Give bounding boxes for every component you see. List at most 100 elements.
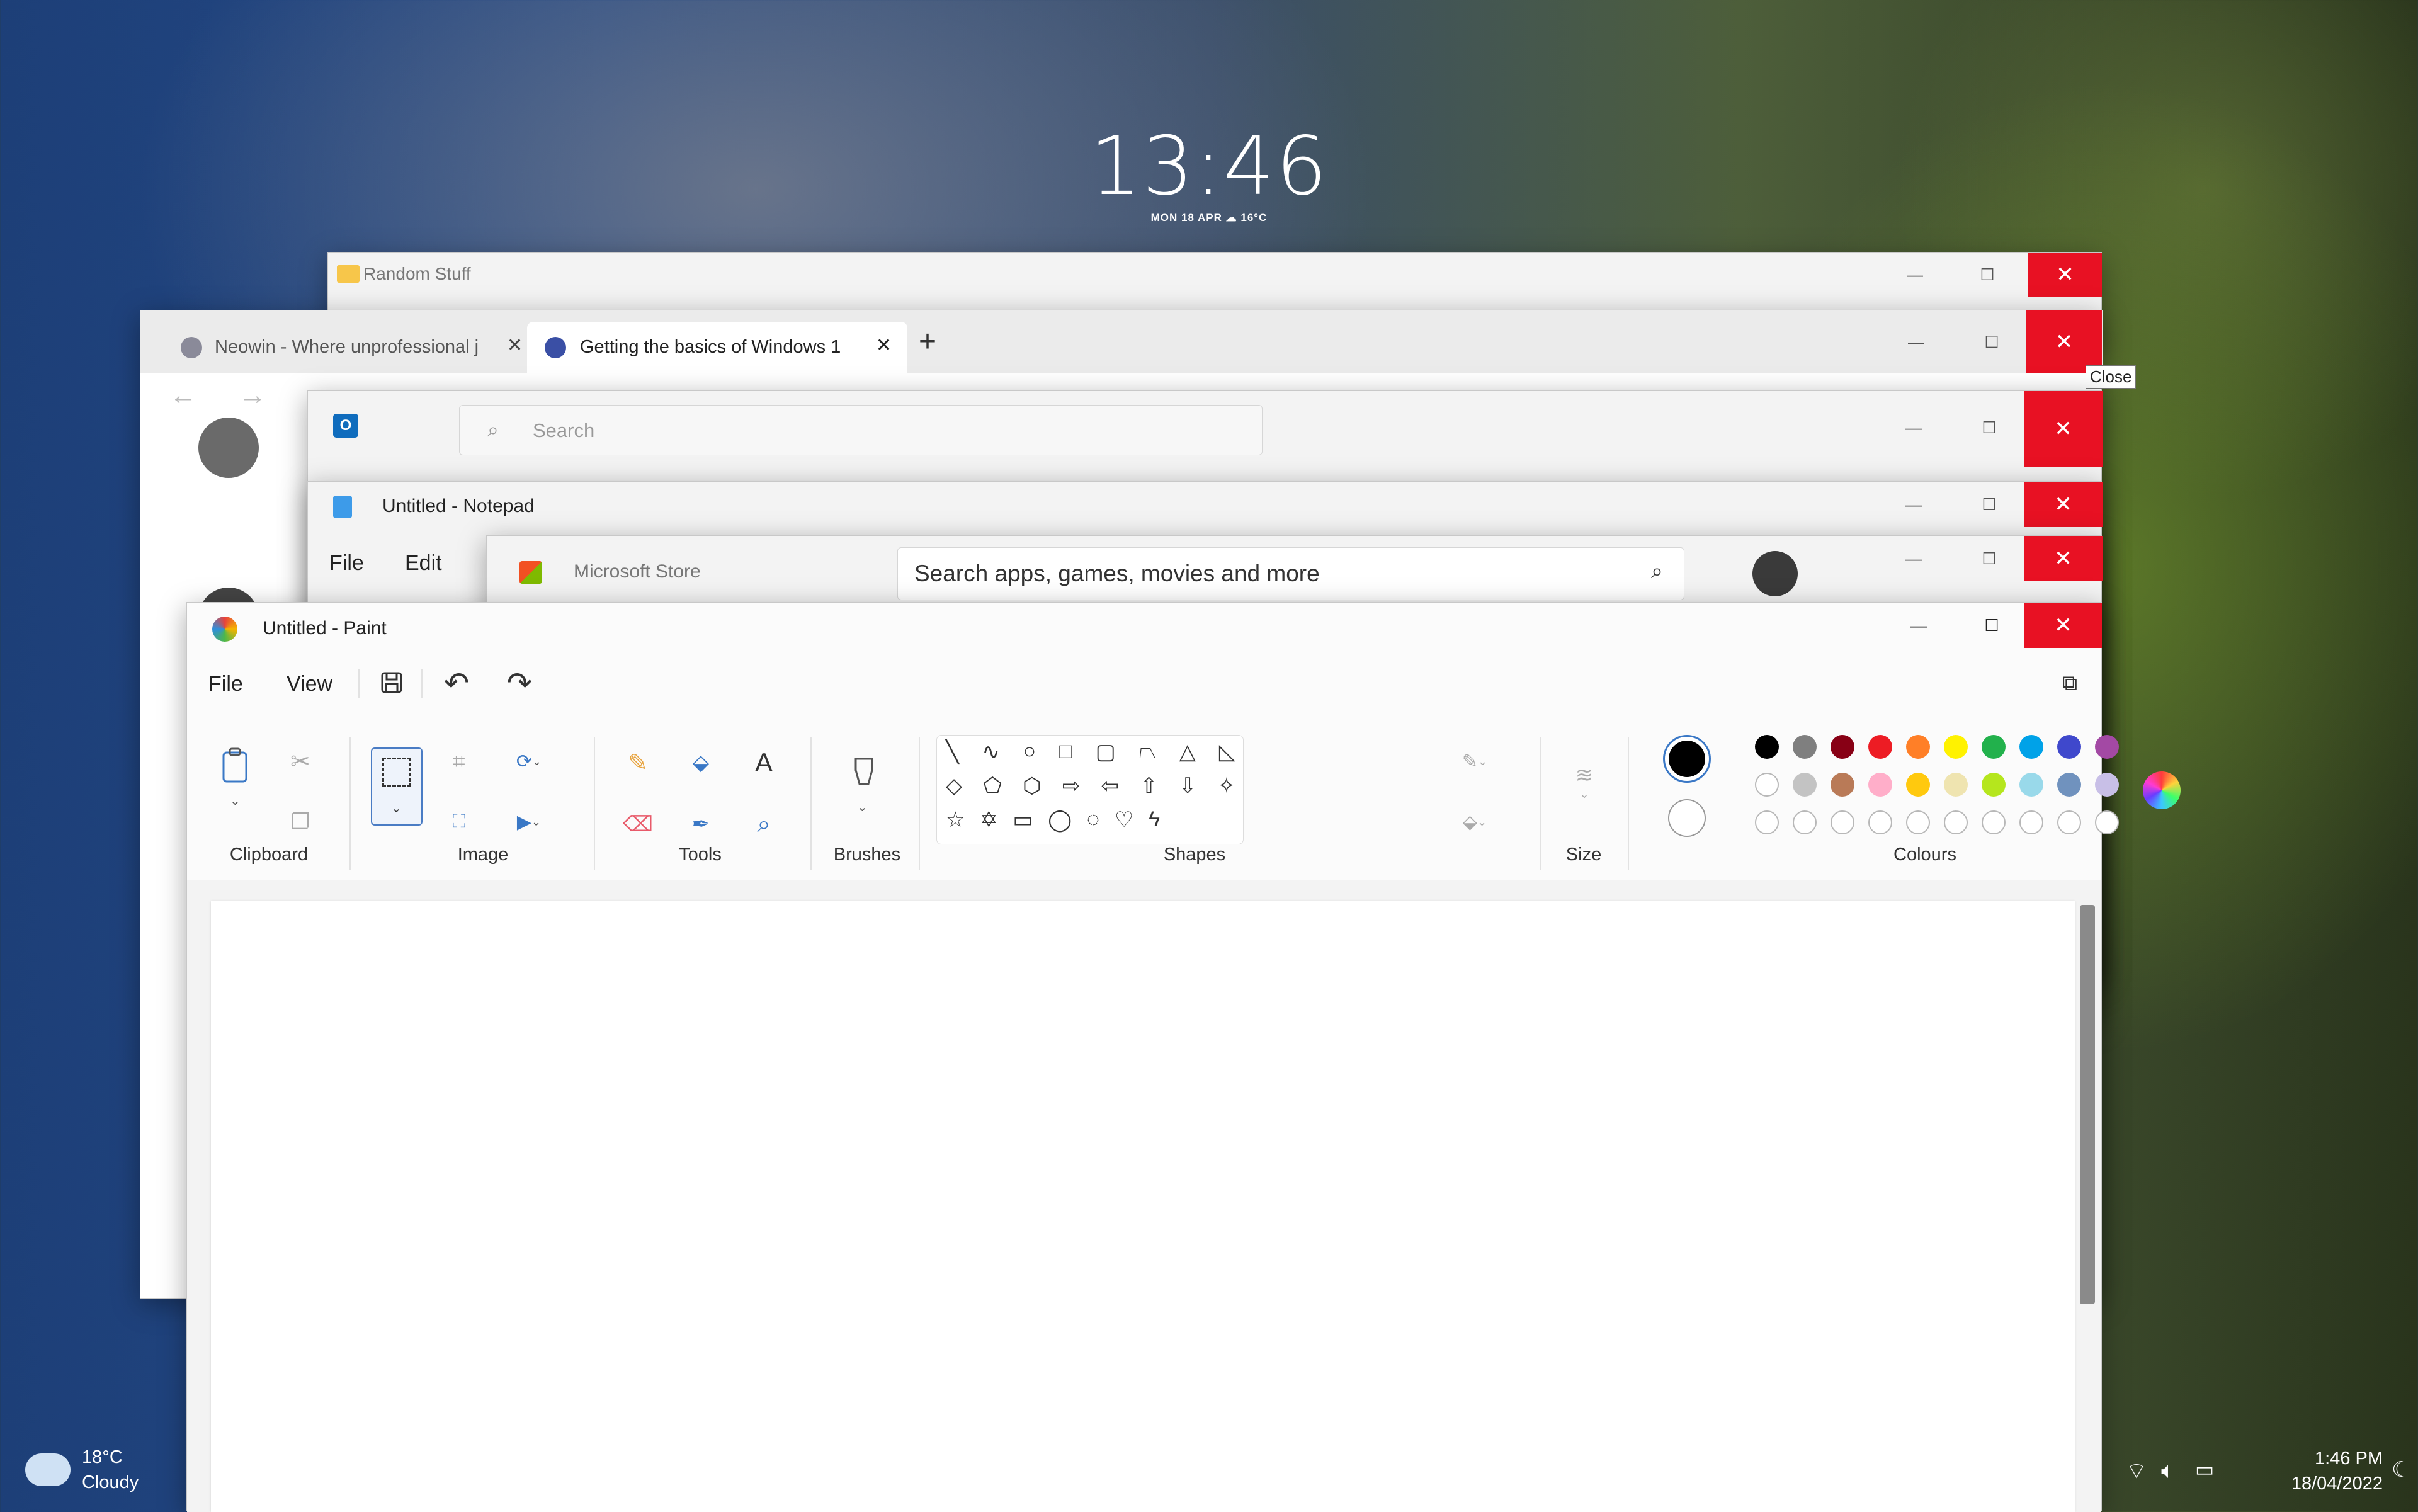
close-button[interactable]: ✕ (2024, 536, 2103, 581)
right-arrow-shape-icon[interactable]: ⇨ (1062, 773, 1081, 799)
curve-shape-icon[interactable]: ∿ (982, 739, 1000, 765)
rotate-icon[interactable]: ⟳ ⌄ (507, 746, 551, 776)
vertical-scrollbar[interactable] (2080, 905, 2095, 1304)
resize-icon[interactable]: ⛶ (444, 807, 474, 837)
menu-file[interactable]: File (208, 672, 243, 696)
palette-swatch[interactable] (1793, 735, 1817, 759)
copy-icon[interactable]: ❐ (285, 807, 315, 837)
battery-icon[interactable]: ▭ (2195, 1457, 2214, 1481)
close-button[interactable]: ✕ (2024, 482, 2103, 527)
pencil-icon[interactable]: ✎ (622, 746, 654, 779)
close-button[interactable]: ✕ (2028, 253, 2102, 297)
taskbar-date[interactable]: 18/04/2022 (2243, 1474, 2383, 1494)
minimize-button[interactable]: — (1888, 536, 1939, 581)
custom-colour-slot[interactable] (1982, 810, 2006, 834)
polygon-shape-icon[interactable]: ⏢ (1139, 739, 1156, 765)
drawing-canvas[interactable] (211, 901, 2075, 1512)
minimize-button[interactable]: — (1888, 482, 1939, 527)
down-arrow-shape-icon[interactable]: ⇩ (1179, 773, 1197, 799)
four-point-star-shape-icon[interactable]: ✧ (1218, 773, 1236, 799)
primary-color-swatch[interactable] (1663, 735, 1711, 783)
minimize-button[interactable]: — (1893, 603, 1944, 648)
close-button[interactable]: ✕ (2024, 603, 2102, 648)
crop-icon[interactable]: ⌗ (444, 746, 474, 776)
avatar[interactable] (1752, 551, 1798, 596)
brush-button[interactable]: ⌄ (842, 753, 886, 822)
triangle-shape-icon[interactable]: △ (1179, 739, 1196, 765)
secondary-color-swatch[interactable] (1668, 799, 1706, 837)
custom-colour-slot[interactable] (1906, 810, 1930, 834)
eraser-icon[interactable]: ⌫ (622, 808, 654, 841)
menu-edit[interactable]: Edit (405, 551, 442, 576)
right-triangle-shape-icon[interactable]: ◺ (1219, 739, 1235, 765)
save-icon[interactable] (377, 668, 406, 697)
custom-colour-slot[interactable] (1793, 810, 1817, 834)
pentagon-shape-icon[interactable]: ⬠ (983, 773, 1002, 799)
forward-icon[interactable]: → (239, 380, 266, 411)
line-shape-icon[interactable]: ╲ (946, 739, 958, 765)
palette-swatch[interactable] (2019, 773, 2043, 797)
close-button[interactable]: ✕ (2024, 391, 2103, 467)
callout-shape-icon[interactable]: ▭ (1013, 807, 1033, 833)
custom-colour-slot[interactable] (1944, 810, 1968, 834)
palette-swatch[interactable] (1831, 773, 1854, 797)
palette-swatch[interactable] (1868, 773, 1892, 797)
oval-callout-shape-icon[interactable]: ◯ (1048, 807, 1072, 833)
custom-colour-slot[interactable] (2057, 810, 2081, 834)
minimize-button[interactable]: — (1888, 402, 1939, 453)
menu-file[interactable]: File (329, 551, 364, 576)
palette-swatch[interactable] (1944, 735, 1968, 759)
store-search-input[interactable]: Search apps, games, movies and more ⌕ (897, 547, 1684, 600)
maximize-button[interactable]: ☐ (1964, 402, 2014, 453)
palette-swatch[interactable] (2057, 773, 2081, 797)
fill-icon[interactable]: ⬙ (684, 746, 717, 779)
magnifier-icon[interactable]: ⌕ (747, 808, 780, 841)
custom-colour-slot[interactable] (2095, 810, 2119, 834)
palette-swatch[interactable] (1755, 773, 1779, 797)
oval-shape-icon[interactable]: ○ (1023, 739, 1036, 765)
maximize-button[interactable]: ☐ (1967, 317, 2017, 367)
star-shape-icon[interactable]: ☆ (946, 807, 965, 833)
heart-shape-icon[interactable]: ♡ (1115, 807, 1133, 833)
palette-swatch[interactable] (2095, 773, 2119, 797)
maximize-button[interactable]: ☐ (1962, 253, 2012, 297)
weather-widget[interactable]: 18°C Cloudy (6, 1442, 186, 1511)
menu-view[interactable]: View (287, 672, 332, 696)
close-tab-icon[interactable]: ✕ (876, 334, 892, 356)
maximize-button[interactable]: ☐ (1964, 482, 2014, 527)
palette-swatch[interactable] (1755, 735, 1779, 759)
edit-colours-icon[interactable] (2143, 771, 2181, 809)
moon-icon[interactable]: ☾ (2392, 1457, 2410, 1482)
paint-window[interactable]: Untitled - Paint — ☐ ✕ File View ↶ ↷ ⧉ ⌄… (186, 602, 2181, 1512)
palette-swatch[interactable] (1982, 773, 2006, 797)
custom-colour-slot[interactable] (1868, 810, 1892, 834)
maximize-button[interactable]: ☐ (1967, 603, 2017, 648)
color-picker-icon[interactable]: ✒ (684, 808, 717, 841)
six-point-star-shape-icon[interactable]: ✡ (980, 807, 998, 833)
palette-swatch[interactable] (1793, 773, 1817, 797)
cloud-callout-shape-icon[interactable]: ◌ (1087, 807, 1099, 833)
redo-icon[interactable]: ↷ (502, 666, 537, 701)
cut-icon[interactable]: ✂ (285, 746, 315, 776)
custom-colour-slot[interactable] (1755, 810, 1779, 834)
back-icon[interactable]: ← (169, 380, 197, 411)
undo-icon[interactable]: ↶ (439, 666, 474, 701)
search-input[interactable]: ⌕ Search (459, 405, 1263, 455)
lightning-shape-icon[interactable]: ϟ (1149, 807, 1160, 833)
custom-colour-slot[interactable] (2019, 810, 2043, 834)
diamond-shape-icon[interactable]: ◇ (946, 773, 962, 799)
left-arrow-shape-icon[interactable]: ⇦ (1101, 773, 1120, 799)
palette-swatch[interactable] (1831, 735, 1854, 759)
system-tray[interactable]: ⌔ 🔈︎ ▭ 1:46 PM 18/04/2022 ☾ (2126, 1448, 2418, 1511)
maximize-button[interactable]: ☐ (1964, 536, 2014, 581)
hexagon-shape-icon[interactable]: ⬡ (1023, 773, 1042, 799)
rounded-rectangle-shape-icon[interactable]: ▢ (1096, 739, 1116, 765)
close-tab-icon[interactable]: ✕ (507, 334, 523, 356)
palette-swatch[interactable] (1944, 773, 1968, 797)
palette-swatch[interactable] (2057, 735, 2081, 759)
new-tab-button[interactable]: + (919, 324, 936, 359)
close-button[interactable]: ✕ (2026, 310, 2102, 373)
layers-icon[interactable]: ⧉ (2055, 668, 2085, 698)
search-icon[interactable]: ⌕ (1651, 559, 1663, 584)
palette-swatch[interactable] (1868, 735, 1892, 759)
